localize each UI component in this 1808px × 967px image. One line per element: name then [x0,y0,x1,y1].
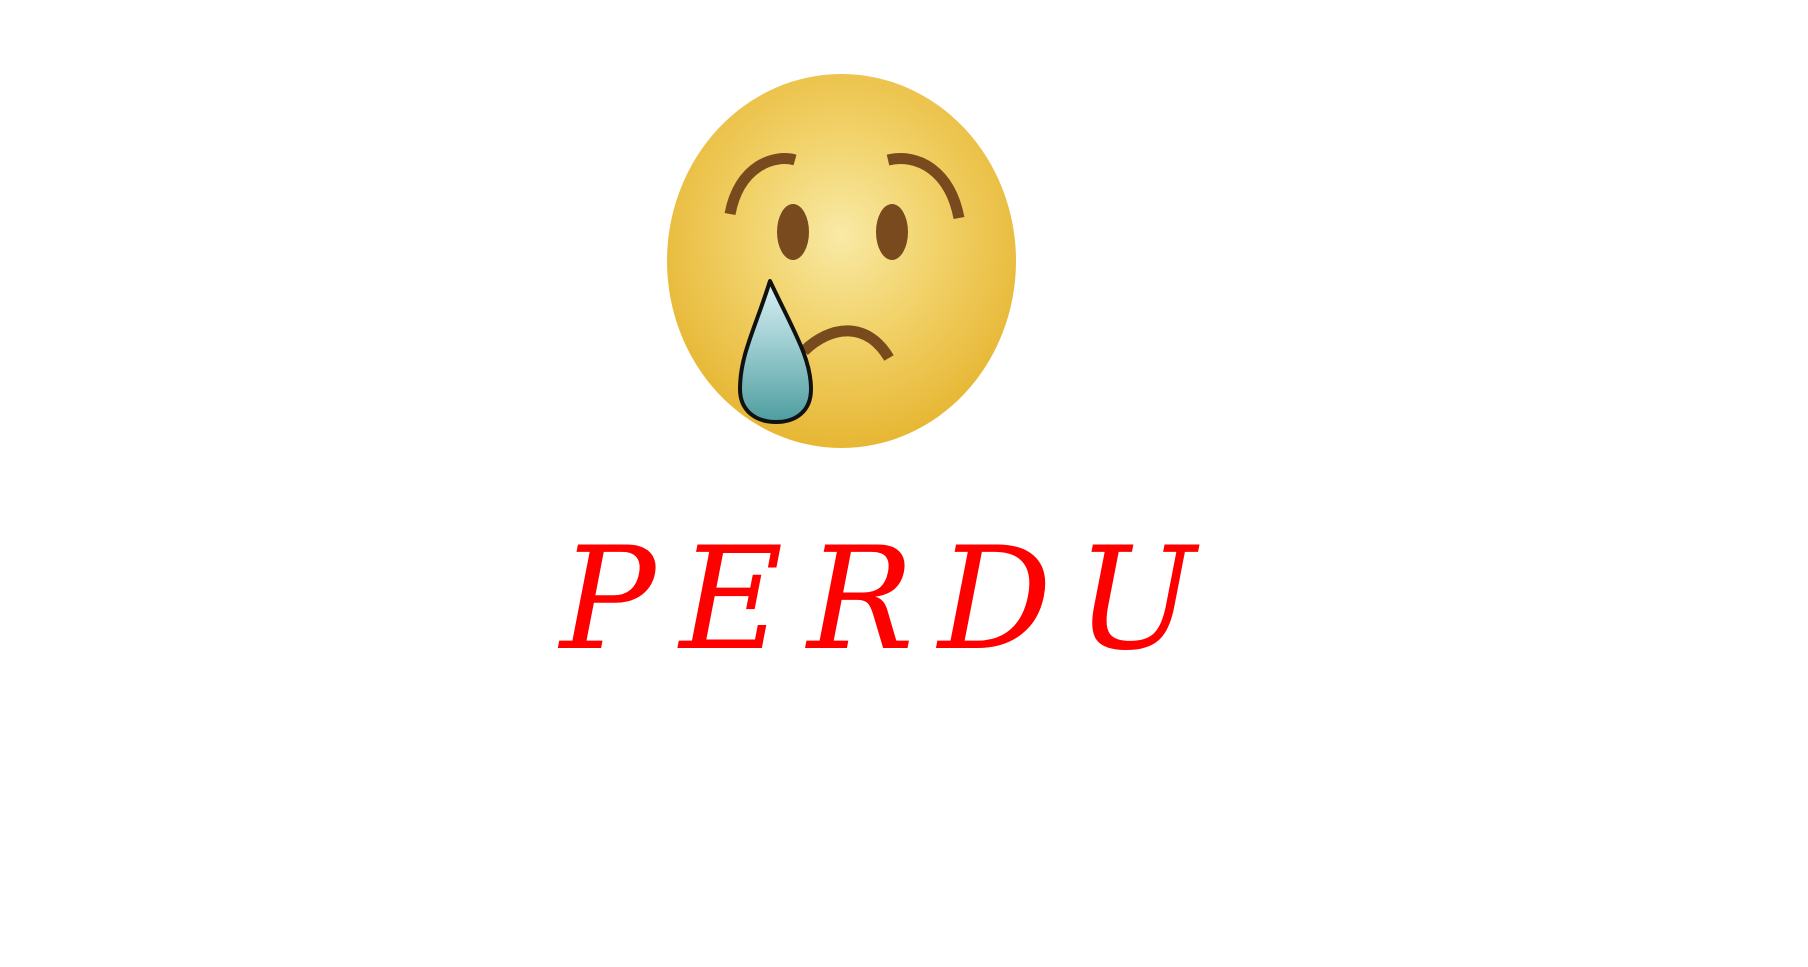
crying-face-icon [667,74,1016,448]
left-eye [777,204,809,260]
face [667,74,1016,448]
right-eye [876,204,908,260]
game-over-screen: PERDU [0,0,1808,967]
game-over-text: PERDU [560,517,1220,682]
